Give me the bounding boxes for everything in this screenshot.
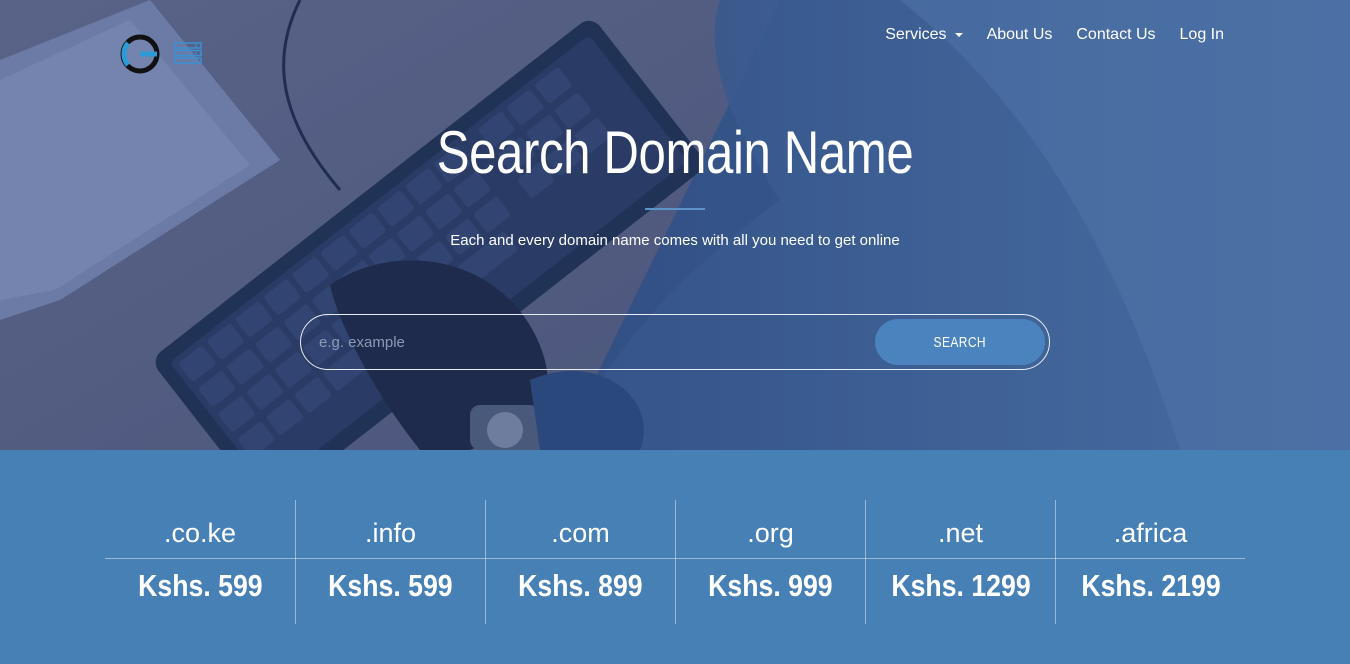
tld-price-text: Kshs. 999 [708, 568, 833, 603]
hero-section: Services About Us Contact Us Log In Sear… [0, 0, 1350, 450]
tld-price-text: Kshs. 899 [518, 568, 643, 603]
nav-item-log-in[interactable]: Log In [1168, 26, 1236, 44]
tld-name: .info [364, 518, 417, 548]
nav-item-about-us-label: About Us [986, 26, 1053, 43]
pricing-divider [105, 558, 1245, 559]
pricing-item[interactable]: .africa Kshs. 2199 [1055, 500, 1245, 624]
tld-price: Kshs. 999 [676, 568, 865, 604]
chevron-down-icon [954, 33, 963, 37]
main-nav: Services About Us Contact Us Log In [873, 26, 1236, 44]
search-button-label: SEARCH [933, 333, 987, 351]
tld-price: Kshs. 1299 [866, 568, 1055, 604]
pricing-item[interactable]: .net Kshs. 1299 [865, 500, 1055, 624]
nav-item-about-us[interactable]: About Us [975, 26, 1065, 44]
nav-item-log-in-label: Log In [1179, 26, 1224, 43]
pricing-item[interactable]: .com Kshs. 899 [485, 500, 675, 624]
hero-overlay [0, 0, 1350, 450]
tld-price-text: Kshs. 2199 [1080, 568, 1221, 603]
domain-search-input[interactable] [319, 329, 859, 355]
tld-price-text: Kshs. 599 [137, 568, 263, 603]
server-menu-icon[interactable] [174, 42, 202, 64]
nav-item-services[interactable]: Services [873, 26, 974, 44]
title-divider [645, 208, 705, 210]
domain-pricing-list: .co.ke Kshs. 599 .info Kshs. 599 .com Ks… [105, 500, 1245, 624]
nav-item-contact-us[interactable]: Contact Us [1064, 26, 1167, 44]
brand-logo-icon[interactable] [120, 34, 160, 74]
page-title: Search Domain Name [436, 119, 914, 186]
pricing-item[interactable]: .org Kshs. 999 [675, 500, 865, 624]
nav-item-services-label: Services [885, 26, 947, 43]
nav-item-contact-us-label: Contact Us [1076, 26, 1156, 43]
page-subtitle: Each and every domain name comes with al… [450, 232, 900, 249]
tld-price: Kshs. 2199 [1056, 568, 1245, 604]
tld-price-text: Kshs. 599 [328, 568, 453, 603]
tld-price: Kshs. 599 [105, 568, 295, 604]
tld-price: Kshs. 899 [486, 568, 675, 604]
tld-name: .net [937, 518, 984, 548]
pricing-item[interactable]: .co.ke Kshs. 599 [105, 500, 295, 624]
tld-price-text: Kshs. 1299 [890, 568, 1031, 603]
tld-price: Kshs. 599 [296, 568, 485, 604]
search-button[interactable]: SEARCH [875, 319, 1045, 365]
tld-name: .africa [1113, 518, 1188, 548]
pricing-item[interactable]: .info Kshs. 599 [295, 500, 485, 624]
tld-name: .com [551, 518, 610, 548]
tld-name: .co.ke [163, 518, 237, 548]
domain-search-form: SEARCH [300, 314, 1050, 370]
tld-name: .org [747, 518, 794, 548]
